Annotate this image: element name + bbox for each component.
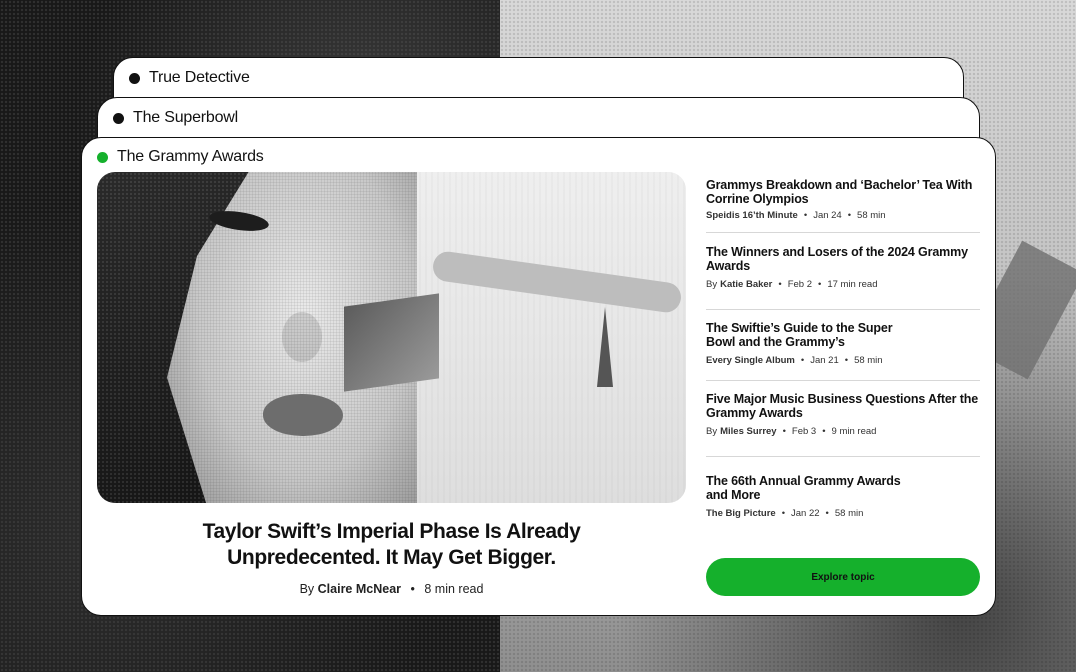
bullet-separator: • [778, 279, 782, 290]
byline-prefix: By [706, 426, 718, 437]
bullet-separator: • [800, 355, 805, 366]
hero-byline: By Claire McNear • 8 min read [97, 582, 686, 596]
hero-read-time: 8 min read [424, 582, 484, 596]
bullet-separator: • [844, 355, 849, 366]
article-meta: By Katie Baker • Feb 2 • 17 min read [706, 279, 980, 290]
active-topic-dot-icon [97, 151, 108, 163]
bullet-separator: • [410, 582, 415, 596]
tab-the-grammy-awards[interactable]: The Grammy Awards [97, 148, 264, 166]
article-title-line: The Swiftie’s Guide to the Super [706, 321, 893, 335]
article-title-line: Corrine Olympios [706, 192, 809, 206]
byline-prefix: By [706, 279, 718, 290]
article-duration: 58 min [834, 508, 864, 519]
topic-dot-icon [113, 112, 124, 124]
article-date: Jan 21 [810, 355, 839, 366]
hero-shard-shape [597, 307, 613, 387]
topic-card-the-grammy-awards: The Grammy Awards Taylor Swift’s Imperia… [81, 137, 996, 616]
article-date: Jan 22 [791, 508, 820, 519]
tab-the-superbowl[interactable]: The Superbowl [113, 109, 238, 127]
list-item[interactable]: The 66th Annual Grammy Awards and More T… [706, 457, 980, 523]
article-source[interactable]: Speidis 16’th Minute [706, 210, 798, 221]
list-item[interactable]: The Swiftie’s Guide to the Super Bowl an… [706, 310, 980, 381]
article-date: Jan 24 [813, 210, 842, 221]
tab-label: The Grammy Awards [117, 148, 264, 165]
list-item[interactable]: The Winners and Losers of the 2024 Gramm… [706, 233, 980, 310]
bullet-separator: • [803, 210, 808, 221]
hero-headline-line: Unpredecented. It May Get Bigger. [227, 546, 556, 569]
article-duration: 17 min read [827, 279, 878, 290]
bullet-separator: • [825, 508, 829, 519]
hero-headline-line: Taylor Swift’s Imperial Phase Is Already [202, 520, 581, 543]
article-meta: Speidis 16’th Minute • Jan 24 • 58 min [706, 210, 980, 221]
hero-lips-shape [263, 394, 343, 436]
list-item[interactable]: Grammys Breakdown and ‘Bachelor’ Tea Wit… [706, 178, 980, 233]
article-date: Feb 2 [787, 279, 812, 290]
article-title: The 66th Annual Grammy Awards and More [706, 474, 980, 502]
article-title-line: and More [706, 488, 761, 502]
article-title-line: Grammy Awards [706, 406, 803, 420]
bullet-separator: • [781, 508, 786, 519]
article-title: The Winners and Losers of the 2024 Gramm… [706, 245, 980, 273]
tab-label: True Detective [149, 69, 250, 86]
article-title-line: The Winners and Losers of the 2024 Gramm… [706, 245, 968, 259]
article-title-line: Awards [706, 259, 751, 273]
bullet-separator: • [847, 210, 852, 221]
article-meta: The Big Picture • Jan 22 • 58 min [706, 508, 980, 519]
bullet-separator: • [818, 279, 822, 290]
bullet-separator: • [822, 426, 826, 437]
tab-label: The Superbowl [133, 109, 239, 126]
bullet-separator: • [782, 426, 786, 437]
article-duration: 58 min [857, 210, 886, 221]
hero-image[interactable] [97, 172, 686, 503]
article-meta: Every Single Album • Jan 21 • 58 min [706, 355, 980, 366]
article-duration: 9 min read [831, 426, 877, 437]
hero-author-link[interactable]: Claire McNear [318, 582, 401, 596]
article-date: Feb 3 [791, 426, 817, 437]
article-title-line: Bowl and the Grammy’s [706, 335, 845, 349]
hero-nose-shape [282, 312, 322, 362]
hero-headline[interactable]: Taylor Swift’s Imperial Phase Is Already… [97, 519, 686, 571]
article-source[interactable]: Miles Surrey [720, 426, 777, 437]
article-meta: By Miles Surrey • Feb 3 • 9 min read [706, 426, 980, 437]
article-source[interactable]: Every Single Album [706, 355, 795, 366]
hero-collage-panel [344, 293, 439, 392]
related-articles-list: Grammys Breakdown and ‘Bachelor’ Tea Wit… [706, 178, 980, 523]
article-source[interactable]: The Big Picture [706, 508, 776, 519]
topic-dot-icon [129, 72, 140, 84]
article-title: The Swiftie’s Guide to the Super Bowl an… [706, 321, 980, 349]
byline-prefix: By [299, 582, 315, 596]
article-title: Five Major Music Business Questions Afte… [706, 392, 980, 420]
tab-true-detective[interactable]: True Detective [129, 69, 250, 87]
article-duration: 58 min [854, 355, 883, 366]
article-source[interactable]: Katie Baker [720, 279, 772, 290]
explore-topic-button[interactable]: Explore topic [706, 558, 980, 596]
article-title-line: The 66th Annual Grammy Awards [706, 474, 901, 488]
article-title-line: Five Major Music Business Questions Afte… [706, 392, 979, 406]
article-title: Grammys Breakdown and ‘Bachelor’ Tea Wit… [706, 178, 980, 206]
article-title-line: Grammys Breakdown and ‘Bachelor’ Tea Wit… [706, 178, 973, 192]
list-item[interactable]: Five Major Music Business Questions Afte… [706, 381, 980, 457]
